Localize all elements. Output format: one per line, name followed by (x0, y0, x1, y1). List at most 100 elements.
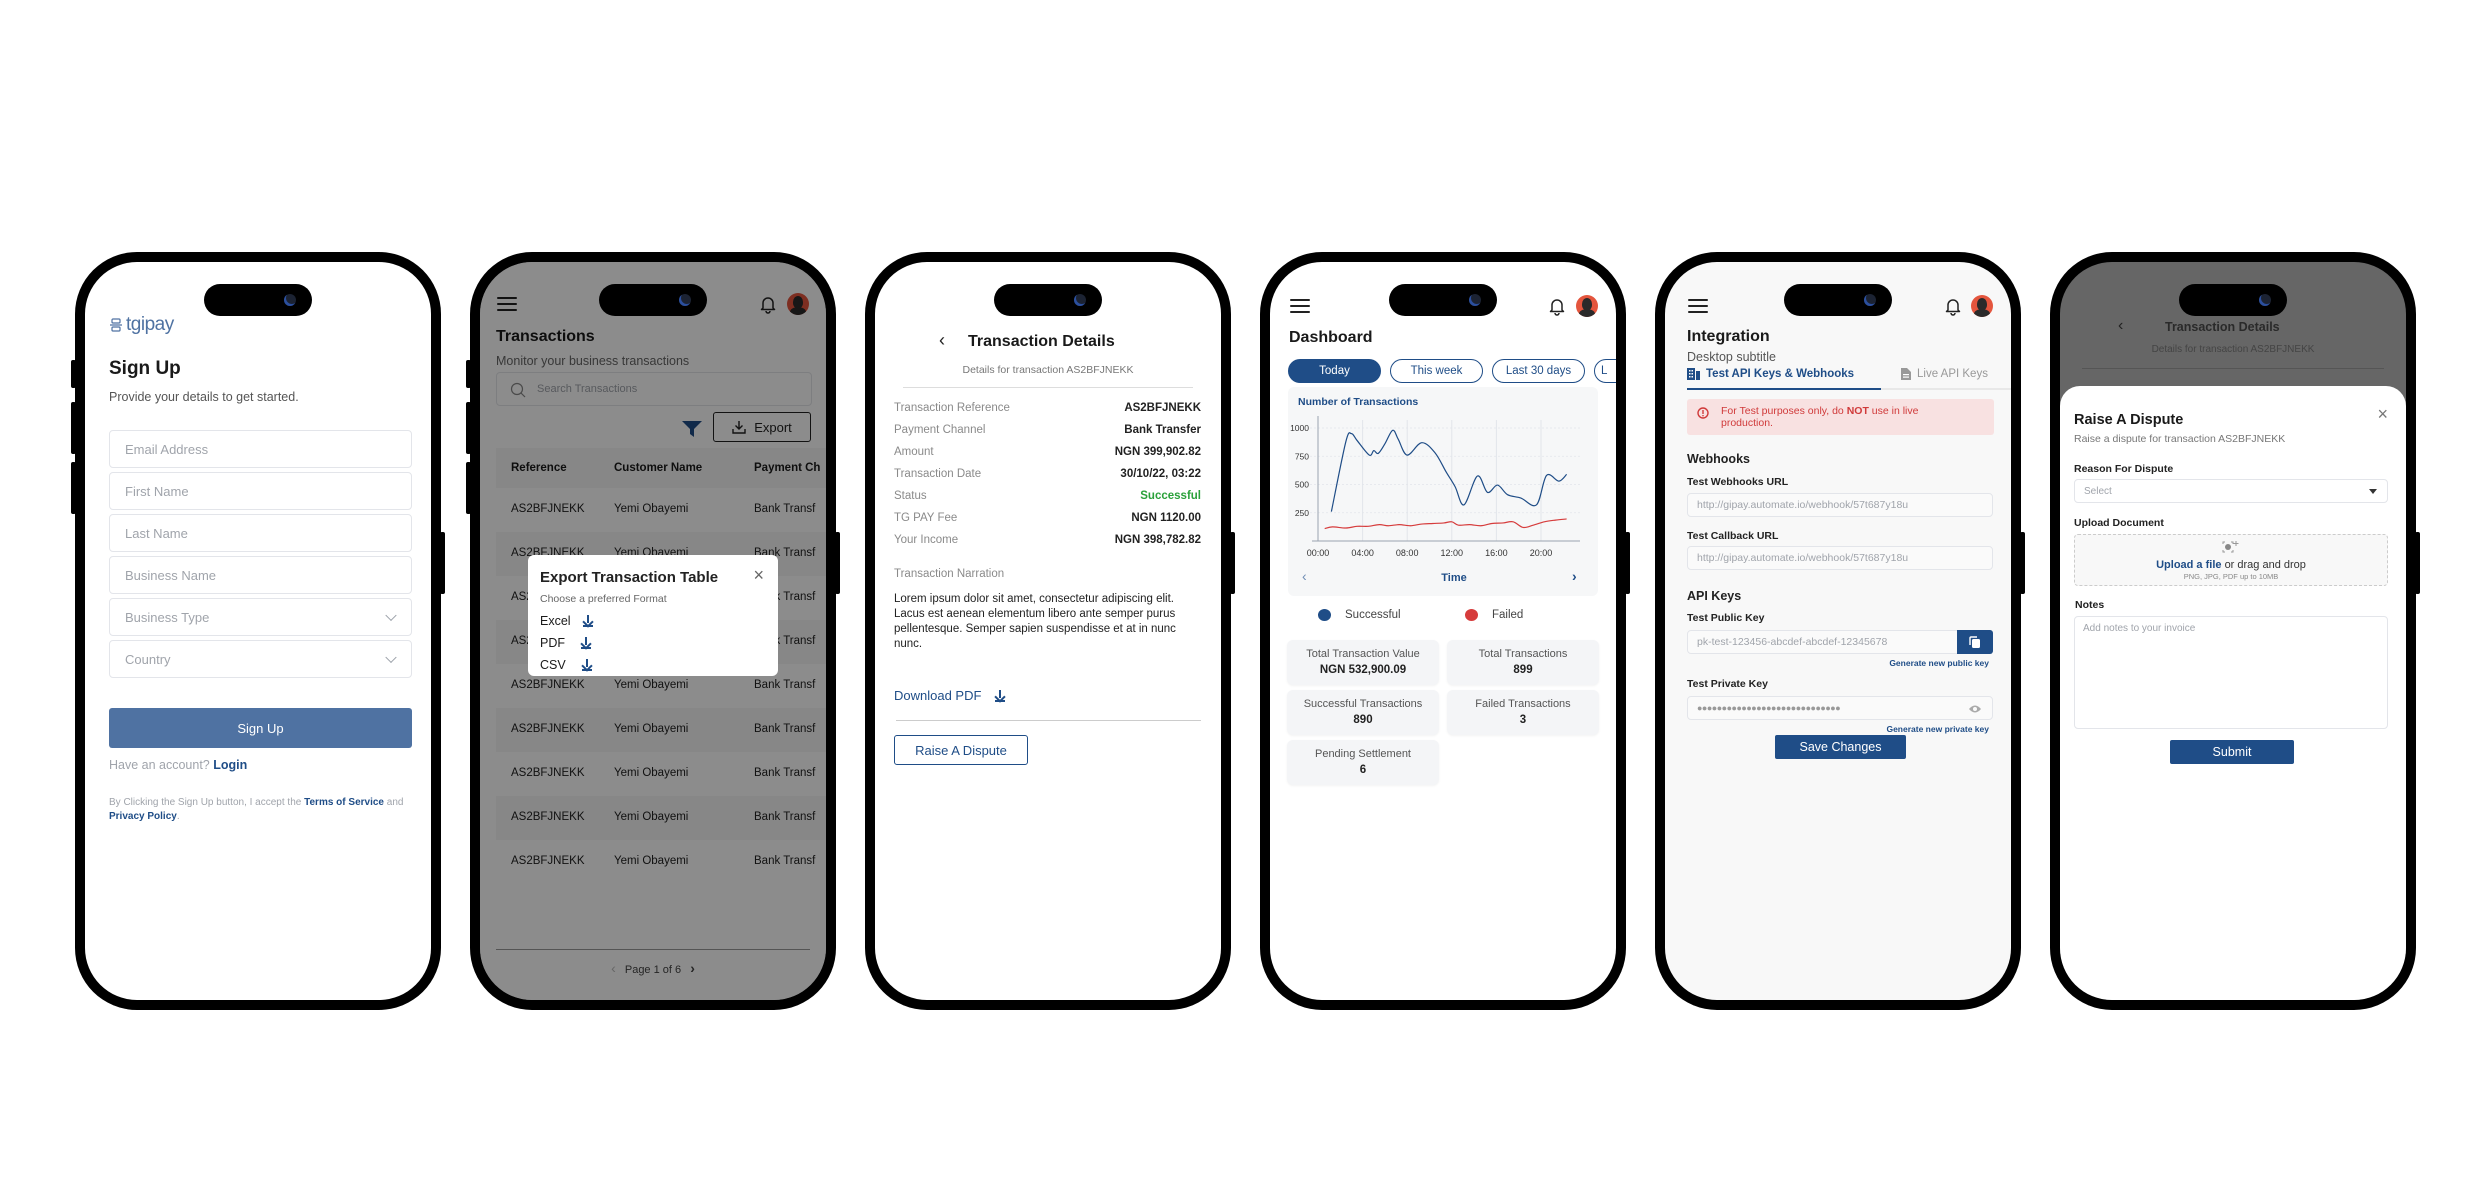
details-screen: ‹ Transaction Details Details for transa… (875, 262, 1221, 1000)
menu-icon[interactable] (1688, 299, 1708, 313)
divider (2082, 368, 2384, 369)
avatar[interactable] (1576, 295, 1598, 317)
page-title: Integration (1687, 328, 1770, 345)
narration-label: Transaction Narration (894, 568, 1005, 580)
reason-select[interactable]: Select (2074, 479, 2388, 503)
save-changes-button[interactable]: Save Changes (1775, 735, 1906, 759)
webhook-url-input[interactable]: http://gipay.automate.io/webhook/57t687y… (1687, 493, 1993, 517)
camera-icon (1864, 294, 1876, 306)
dynamic-island (1784, 284, 1892, 316)
logo-icon (110, 318, 122, 332)
terms-text: By Clicking the Sign Up button, I accept… (109, 797, 404, 822)
logo-text: tgipay (126, 314, 174, 335)
filter-this-week[interactable]: This week (1390, 359, 1483, 383)
x-tick-label: 08:00 (1396, 548, 1419, 558)
image-upload-icon (2222, 541, 2239, 553)
login-link[interactable]: Login (213, 758, 247, 772)
export-excel[interactable]: Excel (540, 614, 593, 628)
webhooks-heading: Webhooks (1687, 452, 1750, 466)
country-select[interactable]: Country (109, 640, 412, 678)
y-tick-label: 250 (1295, 508, 1309, 518)
sheet-title: Raise A Dispute (2074, 412, 2184, 428)
phone-signup: tgipay Sign Up Provide your details to g… (71, 252, 445, 1010)
generate-private-key-link[interactable]: Generate new private key (1886, 724, 1989, 734)
filter-today[interactable]: Today (1288, 359, 1381, 383)
dynamic-island (599, 284, 707, 316)
detail-label: Payment Channel (894, 424, 986, 436)
dispute-sheet: Raise A Dispute × Raise a dispute for tr… (2060, 386, 2406, 1000)
x-axis-label: Time (1441, 572, 1466, 584)
copy-public-key-button[interactable] (1957, 630, 1993, 654)
export-csv[interactable]: CSV (540, 658, 592, 672)
divider (903, 387, 1193, 388)
detail-value: Bank Transfer (1124, 424, 1201, 436)
download-icon (581, 659, 592, 671)
menu-icon[interactable] (1290, 299, 1310, 313)
download-icon (581, 637, 591, 649)
sign-up-button[interactable]: Sign Up (109, 708, 412, 748)
submit-button[interactable]: Submit (2170, 740, 2294, 764)
alert-icon (1697, 407, 1709, 419)
caret-down-icon (2369, 489, 2377, 494)
reason-label: Reason For Dispute (2074, 463, 2174, 475)
prev-range-icon[interactable]: ‹ (1302, 568, 1307, 584)
raise-dispute-button[interactable]: Raise A Dispute (894, 735, 1028, 765)
legend-failed: Failed (1465, 609, 1523, 621)
copy-icon (1969, 635, 1980, 648)
bell-icon[interactable] (1944, 296, 1962, 316)
detail-value: NGN 1120.00 (1131, 512, 1201, 524)
dispute-screen: ‹ Transaction Details Details for transa… (2060, 262, 2406, 1000)
modal-subtitle: Choose a preferred Format (540, 593, 667, 605)
email-field[interactable]: Email Address (109, 430, 412, 468)
bell-icon[interactable] (1548, 296, 1566, 316)
camera-icon (284, 294, 296, 306)
public-key-input[interactable]: pk-test-123456-abcdef-abcdef-12345678 (1687, 630, 1993, 654)
terms-link[interactable]: Terms of Service (304, 797, 384, 808)
export-pdf[interactable]: PDF (540, 636, 591, 650)
private-key-input[interactable]: ●●●●●●●●●●●●●●●●●●●●●●●●●●●●● (1687, 696, 1993, 720)
detail-value: 30/10/22, 03:22 (1120, 468, 1201, 480)
x-tick-label: 16:00 (1485, 548, 1508, 558)
avatar[interactable] (1971, 295, 1993, 317)
first-name-field[interactable]: First Name (109, 472, 412, 510)
legend-swatch-successful (1318, 609, 1331, 621)
business-type-select[interactable]: Business Type (109, 598, 412, 636)
filter-more[interactable]: L (1594, 359, 1616, 383)
chevron-down-icon (385, 609, 397, 622)
filter-last-30-days[interactable]: Last 30 days (1492, 359, 1585, 383)
tab-test-api-keys[interactable]: Test API Keys & Webhooks (1687, 368, 1881, 390)
detail-value: Successful (1140, 490, 1201, 502)
chart-card: Number of Transactions 00:00 04:00 08:00 12:… (1288, 387, 1598, 596)
detail-value: NGN 399,902.82 (1114, 446, 1201, 458)
y-tick-label: 750 (1295, 451, 1309, 461)
download-pdf-link[interactable]: Download PDF (894, 688, 1006, 703)
callback-url-label: Test Callback URL (1687, 530, 1779, 542)
close-icon[interactable]: × (2377, 404, 2388, 425)
transactions-chart: Number of Transactions 00:00 04:00 08:00 12:… (1290, 396, 1580, 584)
document-icon (1901, 368, 1911, 380)
eye-icon[interactable] (1968, 704, 1982, 714)
upload-dropzone[interactable]: Upload a file or drag and drop PNG, JPG,… (2074, 534, 2388, 586)
x-tick-label: 20:00 (1530, 548, 1553, 558)
detail-label: Amount (894, 446, 934, 458)
phone-dashboard: Dashboard Today This week Last 30 days L… (1260, 252, 1630, 1010)
generate-public-key-link[interactable]: Generate new public key (1889, 658, 1989, 668)
page-subtitle: Details for transaction AS2BFJNEKK (962, 364, 1134, 376)
tab-live-api-keys[interactable]: Live API Keys (1901, 368, 1988, 380)
upload-file-link[interactable]: Upload a file (2156, 559, 2221, 571)
last-name-field[interactable]: Last Name (109, 514, 412, 552)
legend-successful: Successful (1318, 609, 1401, 621)
close-icon[interactable]: × (753, 565, 764, 586)
phone-dispute: ‹ Transaction Details Details for transa… (2050, 252, 2420, 1010)
business-name-field[interactable]: Business Name (109, 556, 412, 594)
back-icon[interactable]: ‹ (939, 330, 945, 351)
detail-value: NGN 398,782.82 (1114, 534, 1201, 546)
next-range-icon[interactable]: › (1572, 568, 1577, 584)
download-icon (995, 689, 1006, 702)
dynamic-island (204, 284, 312, 316)
notes-textarea[interactable]: Add notes to your invoice (2074, 616, 2388, 729)
detail-label: Transaction Reference (894, 402, 1010, 414)
privacy-link[interactable]: Privacy Policy (109, 811, 177, 822)
divider (896, 720, 1201, 721)
callback-url-input[interactable]: http://gipay.automate.io/webhook/57t687y… (1687, 546, 1993, 570)
